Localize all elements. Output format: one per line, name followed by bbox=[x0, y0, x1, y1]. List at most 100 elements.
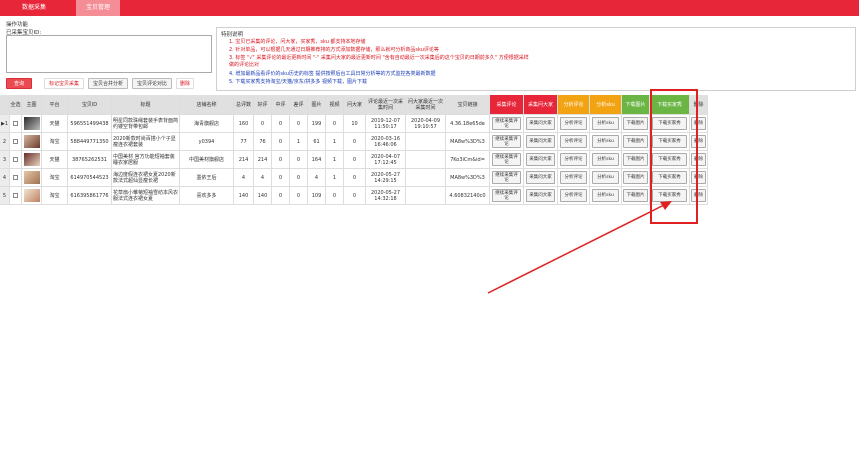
analyze-review-button[interactable]: 分析评论 bbox=[559, 188, 588, 203]
cell-ask-time bbox=[406, 169, 446, 187]
header-corner bbox=[0, 95, 10, 115]
column-header: 问大家最近一次采集时间 bbox=[406, 95, 446, 115]
cell-review-time: 2020-04-07 17:12:45 bbox=[366, 151, 406, 169]
merge-analysis-button[interactable]: 宝贝合并分析 bbox=[88, 78, 128, 89]
cell-id: 616395861776 bbox=[68, 187, 112, 205]
cell-ask: 0 bbox=[344, 133, 366, 151]
delete-button[interactable]: 删除 bbox=[176, 78, 194, 89]
action-cell: 采集问大家 bbox=[524, 133, 558, 151]
cell-link: MA8w%3D%3 bbox=[446, 133, 490, 151]
collected-ids-textarea[interactable] bbox=[6, 35, 212, 73]
cell-total: 4 bbox=[234, 169, 254, 187]
collect-ask-button[interactable]: 采集问大家 bbox=[525, 170, 556, 185]
column-header: 标题 bbox=[112, 95, 180, 115]
cell-bad: 0 bbox=[290, 187, 308, 205]
cell-good: 140 bbox=[254, 187, 272, 205]
section-title: 操作功能 bbox=[6, 22, 29, 28]
cell-review-time: 2020-05-27 14:32:18 bbox=[366, 187, 406, 205]
product-table: 全选 主图 平台 宝贝ID 标题 店铺名称 总评数 好评 中评 差评 图片 视频 问大家 评论最近一次采集… bbox=[0, 95, 859, 207]
row-checkbox[interactable] bbox=[13, 157, 18, 162]
product-thumbnail[interactable] bbox=[23, 171, 40, 184]
cell-review-time: 2019-12-07 11:50:17 bbox=[366, 115, 406, 133]
analyze-sku-button[interactable]: 分析sku bbox=[591, 152, 620, 167]
cell-title: 明星同款珠绳套装手表背面简约镂空背带包邮 bbox=[112, 115, 180, 133]
collect-ask-button[interactable]: 采集问大家 bbox=[525, 116, 556, 131]
download-pic-button[interactable]: 下载图片 bbox=[623, 134, 648, 149]
cell-ask-time bbox=[406, 151, 446, 169]
analyze-review-button[interactable]: 分析评论 bbox=[559, 152, 588, 167]
column-header: 分析评论 bbox=[558, 95, 590, 115]
row-checkbox[interactable] bbox=[13, 121, 18, 126]
action-cell: 继续采集评论 bbox=[490, 133, 524, 151]
notes-title: 特别说明 bbox=[221, 32, 244, 38]
tab-data-collect[interactable]: 数据采集 bbox=[12, 0, 56, 16]
download-pic-button[interactable]: 下载图片 bbox=[623, 170, 648, 185]
column-header: 差评 bbox=[290, 95, 308, 115]
collect-review-button[interactable]: 继续采集评论 bbox=[491, 116, 522, 131]
analyze-review-button[interactable]: 分析评论 bbox=[559, 116, 588, 131]
row-select-cell bbox=[10, 133, 22, 151]
collect-ask-button[interactable]: 采集问大家 bbox=[525, 188, 556, 203]
row-select-cell bbox=[10, 187, 22, 205]
download-pic-button[interactable]: 下载图片 bbox=[623, 152, 648, 167]
cell-total: 140 bbox=[234, 187, 254, 205]
cell-ask: 0 bbox=[344, 151, 366, 169]
analyze-sku-button[interactable]: 分析sku bbox=[591, 170, 620, 185]
column-header: 分析sku bbox=[590, 95, 622, 115]
row-index: 3 bbox=[2, 156, 7, 163]
query-button[interactable]: 查询 bbox=[6, 78, 32, 89]
cell-platform: 天猫 bbox=[42, 151, 68, 169]
cell-link: MA8w%3D%3 bbox=[446, 169, 490, 187]
action-cell: 分析sku bbox=[590, 115, 622, 133]
product-thumbnail[interactable] bbox=[23, 189, 40, 202]
cell-good: 76 bbox=[254, 133, 272, 151]
row-checkbox[interactable] bbox=[13, 193, 18, 198]
collect-review-button[interactable]: 继续采集评论 bbox=[491, 152, 522, 167]
row-number: ▶ 1 bbox=[0, 115, 10, 133]
column-header: 中评 bbox=[272, 95, 290, 115]
cell-shop: y0394 bbox=[180, 133, 234, 151]
collect-ask-button[interactable]: 采集问大家 bbox=[525, 134, 556, 149]
cell-platform: 淘宝 bbox=[42, 169, 68, 187]
collect-review-button[interactable]: 继续采集评论 bbox=[491, 170, 522, 185]
row-number: 4 bbox=[0, 169, 10, 187]
action-cell: 分析sku bbox=[590, 151, 622, 169]
row-index: 4 bbox=[2, 174, 7, 181]
cell-bad: 0 bbox=[290, 151, 308, 169]
compare-reviews-button[interactable]: 宝贝评论对比 bbox=[132, 78, 172, 89]
column-header: 总评数 bbox=[234, 95, 254, 115]
collect-review-button[interactable]: 继续采集评论 bbox=[491, 134, 522, 149]
row-checkbox[interactable] bbox=[13, 139, 18, 144]
row-select-cell bbox=[10, 151, 22, 169]
row-checkbox[interactable] bbox=[13, 175, 18, 180]
collect-ask-button[interactable]: 采集问大家 bbox=[525, 152, 556, 167]
cell-ask-time bbox=[406, 133, 446, 151]
note-line: 2. 针对单品，可以根据几天通过日期推荐排的方式添加数据存储，那么就可分析商品s… bbox=[229, 47, 439, 53]
analyze-sku-button[interactable]: 分析sku bbox=[591, 134, 620, 149]
cell-platform: 淘宝 bbox=[42, 133, 68, 151]
cell-review-time: 2020-03-16 16:46:06 bbox=[366, 133, 406, 151]
analyze-review-button[interactable]: 分析评论 bbox=[559, 170, 588, 185]
action-cell: 分析评论 bbox=[558, 151, 590, 169]
mark-collected-button[interactable]: 标记宝贝采集 bbox=[44, 78, 84, 89]
row-index: 1 bbox=[4, 120, 9, 127]
tab-product-manage[interactable]: 宝贝管理 bbox=[76, 0, 120, 16]
download-pic-button[interactable]: 下载图片 bbox=[623, 188, 648, 203]
cell-shop: 中国美材旗舰店 bbox=[180, 151, 234, 169]
product-thumbnail[interactable] bbox=[23, 117, 40, 130]
column-header: 下载图片 bbox=[622, 95, 650, 115]
analyze-sku-button[interactable]: 分析sku bbox=[591, 188, 620, 203]
note-line: 4. 增加最新品看评价的sku历史的标签 提供按照后台工具日常分析等的方式监控各… bbox=[229, 71, 436, 77]
analyze-sku-button[interactable]: 分析sku bbox=[591, 116, 620, 131]
action-cell: 下载图片 bbox=[622, 187, 650, 205]
product-thumbnail[interactable] bbox=[23, 135, 40, 148]
action-cell: 分析评论 bbox=[558, 133, 590, 151]
cell-ask-time: 2020-04-09 19:10:57 bbox=[406, 115, 446, 133]
collect-review-button[interactable]: 继续采集评论 bbox=[491, 188, 522, 203]
cell-ask: 0 bbox=[344, 187, 366, 205]
download-pic-button[interactable]: 下载图片 bbox=[623, 116, 648, 131]
product-thumbnail[interactable] bbox=[23, 153, 40, 166]
action-cell: 分析评论 bbox=[558, 115, 590, 133]
cell-bad: 0 bbox=[290, 115, 308, 133]
analyze-review-button[interactable]: 分析评论 bbox=[559, 134, 588, 149]
